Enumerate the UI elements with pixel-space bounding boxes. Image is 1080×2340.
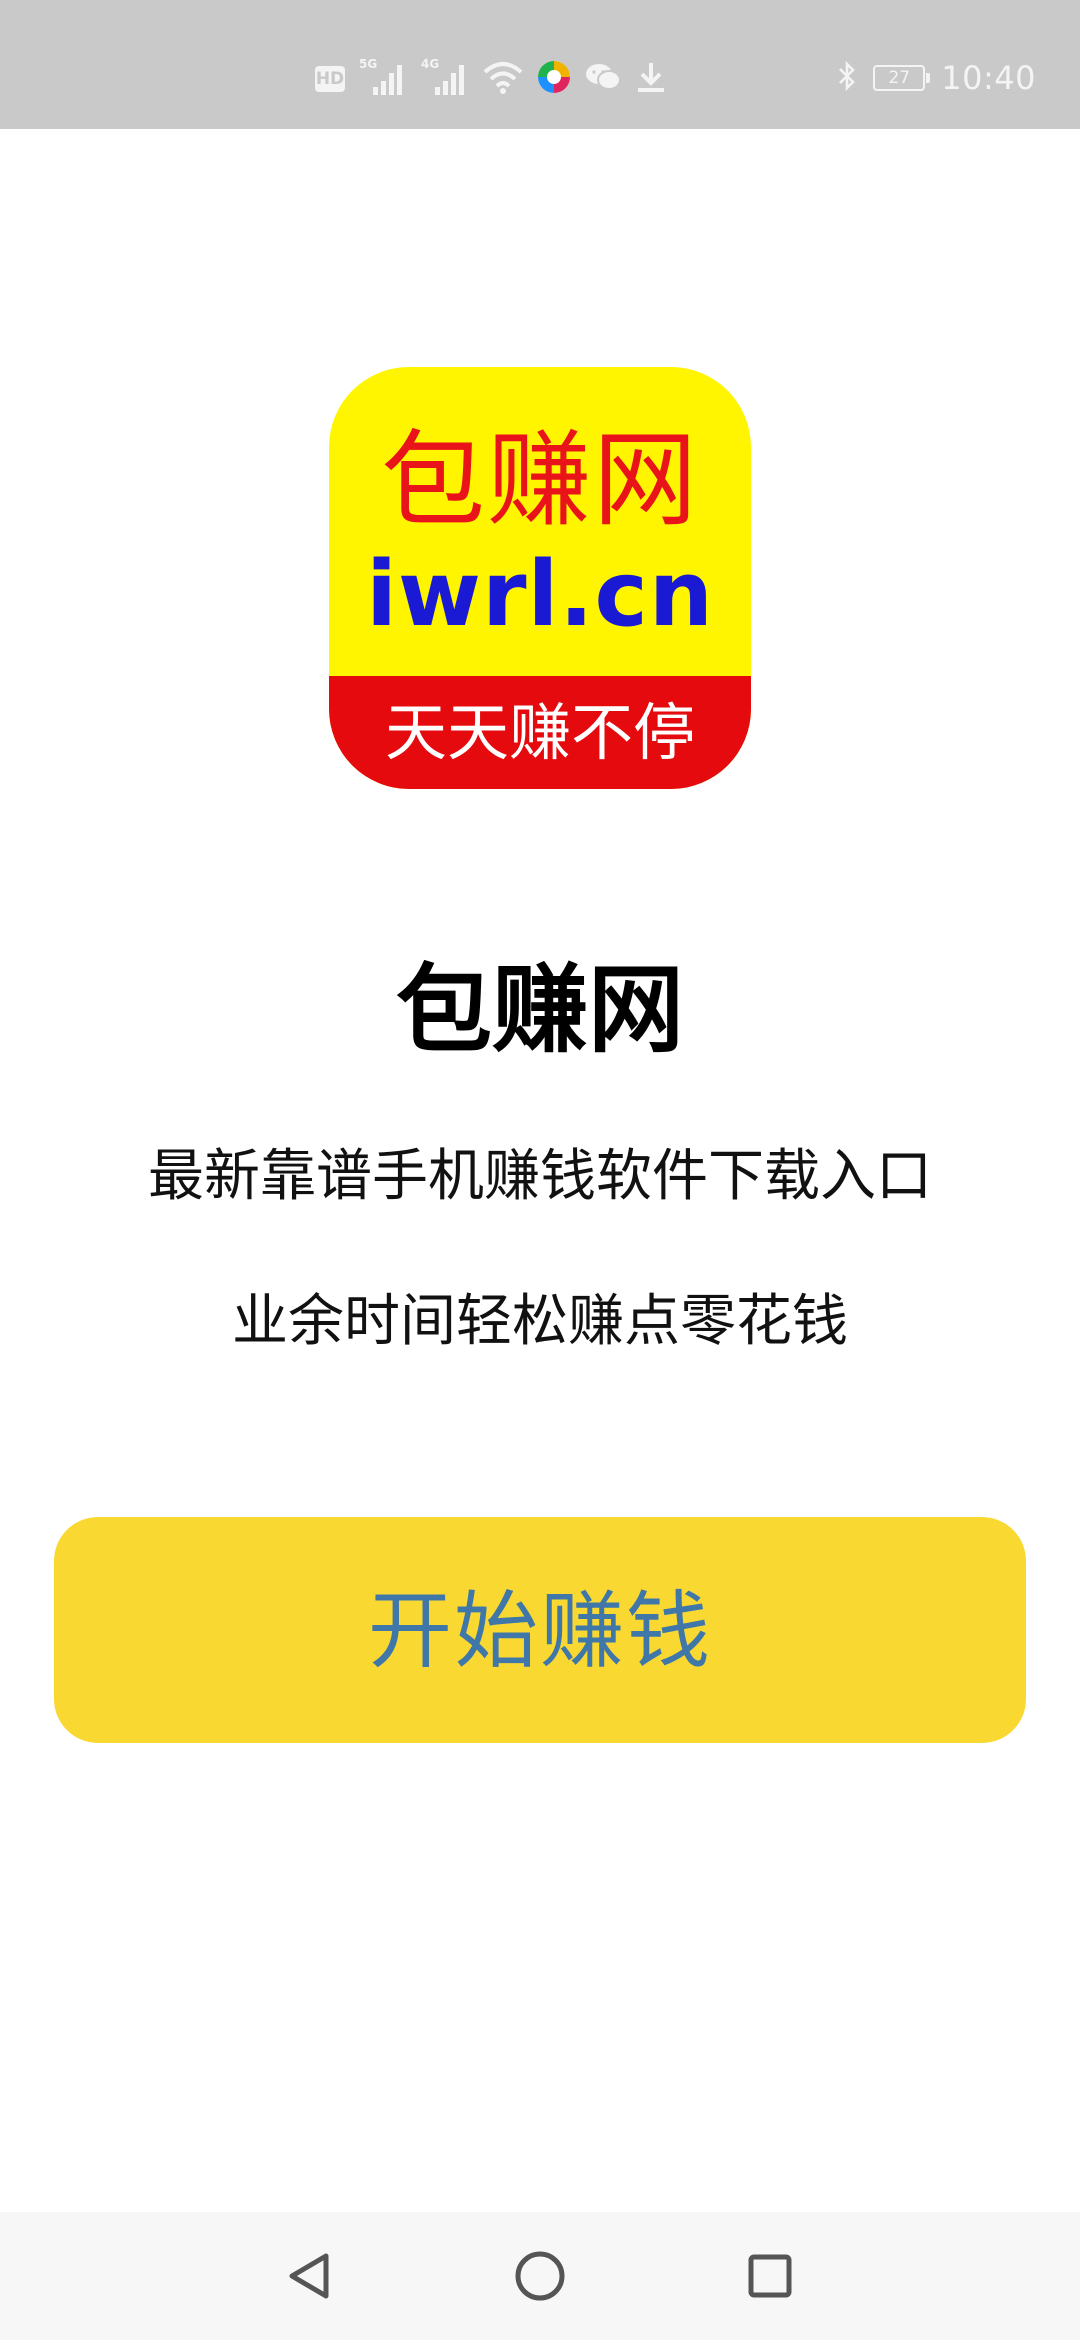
app-notification-icon bbox=[537, 60, 571, 98]
status-right: 27 10:40 bbox=[837, 56, 1036, 100]
tagline-primary: 最新靠谱手机赚钱软件下载入口 bbox=[148, 1144, 932, 1209]
logo-banner: 天天赚不停 bbox=[329, 676, 751, 789]
home-icon[interactable] bbox=[498, 2234, 582, 2318]
system-nav-bar bbox=[0, 2212, 1080, 2340]
back-icon[interactable] bbox=[268, 2234, 352, 2318]
wechat-icon bbox=[585, 62, 621, 96]
recents-icon[interactable] bbox=[728, 2234, 812, 2318]
signal-4g-icon: 4G bbox=[421, 57, 469, 99]
logo-brand-text: 包赚网 bbox=[380, 419, 699, 541]
start-earning-button[interactable]: 开始赚钱 bbox=[54, 1517, 1026, 1743]
page-title: 包赚网 bbox=[396, 954, 684, 1066]
status-icons: HD 5G 4G bbox=[315, 57, 667, 100]
signal-5g-icon: 5G bbox=[359, 57, 407, 99]
clock: 10:40 bbox=[941, 59, 1036, 97]
logo-slogan-text: 天天赚不停 bbox=[384, 696, 695, 769]
signal-4g-label: 4G bbox=[421, 57, 440, 71]
tagline-secondary: 业余时间轻松赚点零花钱 bbox=[232, 1289, 848, 1354]
app-logo: 包赚网 iwrl.cn 天天赚不停 bbox=[329, 367, 751, 789]
bluetooth-icon bbox=[837, 60, 857, 96]
battery-icon: 27 bbox=[873, 65, 931, 91]
logo-domain-text: iwrl.cn bbox=[366, 542, 714, 647]
status-bar: HD 5G 4G 27 10:40 bbox=[0, 0, 1080, 129]
signal-5g-label: 5G bbox=[359, 57, 378, 71]
wifi-icon bbox=[483, 60, 523, 98]
hd-icon: HD bbox=[315, 66, 345, 92]
download-icon bbox=[635, 60, 667, 98]
